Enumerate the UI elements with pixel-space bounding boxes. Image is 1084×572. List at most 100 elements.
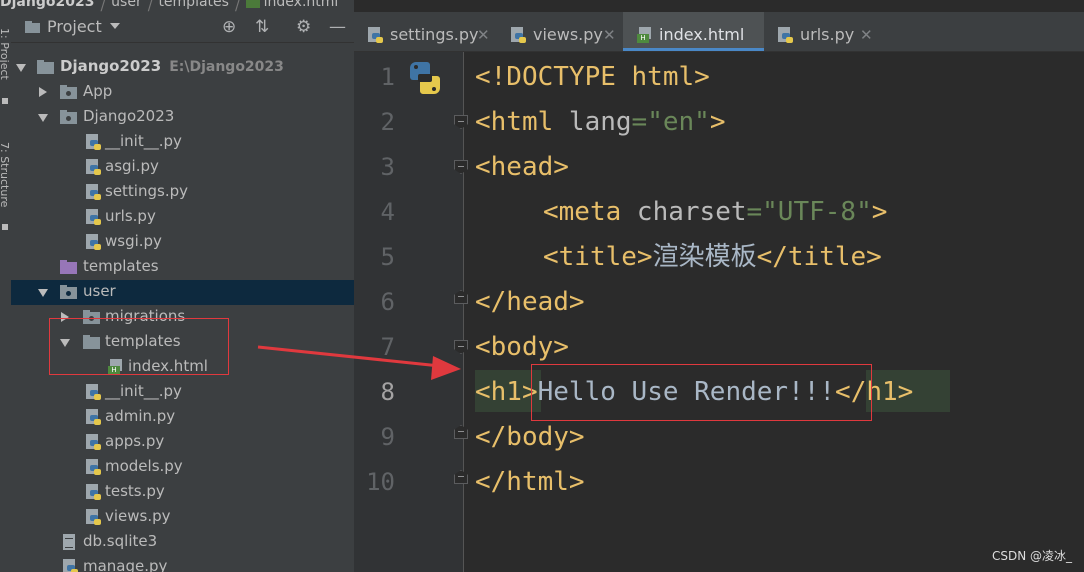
tree-item-file[interactable]: urls.py — [11, 205, 354, 230]
breadcrumb-file[interactable]: index.html — [264, 0, 339, 9]
tree-item-file[interactable]: asgi.py — [11, 155, 354, 180]
tree-label: models.py — [105, 457, 183, 475]
python-file-icon — [368, 27, 383, 43]
tree-label: asgi.py — [105, 157, 159, 175]
tree-item-user[interactable]: user — [11, 280, 354, 305]
python-file-icon — [86, 409, 101, 425]
tab-label: urls.py — [800, 25, 855, 44]
code-line[interactable]: <meta charset="UTF-8"> — [543, 190, 887, 235]
templates-folder-icon — [60, 260, 77, 274]
tree-label: wsgi.py — [105, 232, 162, 250]
gutter-divider — [463, 52, 464, 572]
python-file-icon — [86, 184, 101, 200]
python-file-icon — [86, 384, 101, 400]
python-file-icon — [86, 134, 101, 150]
structure-tool-button[interactable]: 7: Structure — [0, 142, 11, 207]
code-line[interactable]: <head> — [475, 145, 569, 190]
tab-urls-py[interactable]: urls.py ✕ — [764, 12, 876, 51]
tree-item-app[interactable]: App — [11, 80, 354, 105]
code-line[interactable]: <html lang="en"> — [475, 100, 725, 145]
tree-label: App — [83, 82, 113, 100]
minimize-icon[interactable]: — — [329, 17, 346, 37]
tree-item-file[interactable]: __init__.py — [11, 130, 354, 155]
tree-item-file[interactable]: settings.py — [11, 180, 354, 205]
tree-item-file[interactable]: admin.py — [11, 405, 354, 430]
python-file-icon — [86, 509, 101, 525]
code-line[interactable]: </html> — [475, 460, 585, 505]
python-file-icon — [86, 484, 101, 500]
python-logo-icon[interactable] — [410, 62, 440, 94]
tree-label: Django2023 — [83, 107, 175, 125]
html-file-icon — [245, 0, 260, 8]
line-number: 2 — [380, 108, 395, 136]
tab-index-html[interactable]: H index.html — [623, 12, 764, 51]
chevron-down-icon[interactable] — [110, 23, 120, 29]
close-icon[interactable]: ✕ — [477, 26, 490, 44]
line-number: 4 — [380, 198, 395, 226]
tree-label: settings.py — [105, 182, 188, 200]
database-file-icon — [63, 534, 75, 550]
tree-item-file[interactable]: views.py — [11, 505, 354, 530]
tree-label: tests.py — [105, 482, 165, 500]
breadcrumb: Django2023/user / templates / index.html — [0, 0, 354, 12]
code-line[interactable]: <title>渲染模板</title> — [543, 235, 882, 280]
line-number: 1 — [380, 63, 395, 91]
tab-settings-py[interactable]: settings.py ✕ — [354, 12, 497, 51]
close-icon[interactable]: ✕ — [603, 26, 616, 44]
tab-views-py[interactable]: views.py ✕ — [497, 12, 623, 51]
breadcrumb-user[interactable]: user — [111, 0, 142, 9]
chevron-down-icon[interactable] — [16, 64, 26, 72]
tree-item-manage[interactable]: manage.py — [11, 555, 354, 572]
tree-item-file[interactable]: tests.py — [11, 480, 354, 505]
package-folder-icon — [60, 285, 77, 299]
chevron-down-icon[interactable] — [38, 289, 48, 297]
tree-item-file[interactable]: models.py — [11, 455, 354, 480]
html-file-icon: H — [637, 27, 651, 43]
tree-label: manage.py — [83, 557, 168, 572]
chevron-right-icon[interactable] — [39, 87, 47, 97]
folder-icon — [37, 60, 54, 74]
python-file-icon — [86, 159, 101, 175]
python-file-icon — [86, 234, 101, 250]
tree-root[interactable]: Django2023 E:\Django2023 — [11, 55, 354, 80]
tree-label: urls.py — [105, 207, 156, 225]
tab-label: views.py — [533, 25, 603, 44]
collapse-icon[interactable]: ⇅ — [255, 17, 269, 37]
project-panel-header: Project ⊕ ⇅ ⚙ — — [11, 12, 354, 43]
code-line[interactable]: <!DOCTYPE html> — [475, 55, 710, 100]
python-file-icon — [63, 559, 78, 572]
target-icon[interactable]: ⊕ — [222, 17, 236, 37]
close-icon[interactable]: ✕ — [860, 26, 873, 44]
tree-label: user — [83, 282, 116, 300]
line-number: 10 — [366, 468, 395, 496]
tree-label: templates — [83, 257, 159, 275]
gear-icon[interactable]: ⚙ — [296, 17, 311, 37]
chevron-down-icon[interactable] — [38, 114, 48, 122]
root-label: Django2023 E:\Django2023 — [60, 57, 284, 75]
tree-item-file[interactable]: apps.py — [11, 430, 354, 455]
package-folder-icon — [60, 85, 77, 99]
python-file-icon — [511, 27, 526, 43]
tree-item-django2023[interactable]: Django2023 — [11, 105, 354, 130]
package-folder-icon — [60, 110, 77, 124]
project-view-selector[interactable]: Project — [47, 17, 102, 36]
project-tool-button[interactable]: 1: Project — [0, 28, 11, 80]
tree-item-db[interactable]: db.sqlite3 — [11, 530, 354, 555]
tree-item-file[interactable]: wsgi.py — [11, 230, 354, 255]
code-line[interactable]: </head> — [475, 280, 585, 325]
annotation-box-tree — [49, 318, 229, 375]
breadcrumb-templates[interactable]: templates — [158, 0, 229, 9]
line-number: 7 — [380, 333, 395, 361]
watermark: CSDN @凌冰_ — [991, 549, 1072, 563]
python-file-icon — [86, 434, 101, 450]
project-tool-icon — [2, 98, 8, 104]
breadcrumb-project[interactable]: Django2023 — [0, 0, 94, 9]
tree-label: db.sqlite3 — [83, 532, 158, 550]
tree-item-templates[interactable]: templates — [11, 255, 354, 280]
tab-label: settings.py — [390, 25, 479, 44]
line-number: 9 — [380, 423, 395, 451]
project-view-icon — [25, 21, 40, 33]
tree-label: views.py — [105, 507, 171, 525]
code-line[interactable]: </body> — [475, 415, 585, 460]
tree-item-file[interactable]: __init__.py — [11, 380, 354, 405]
